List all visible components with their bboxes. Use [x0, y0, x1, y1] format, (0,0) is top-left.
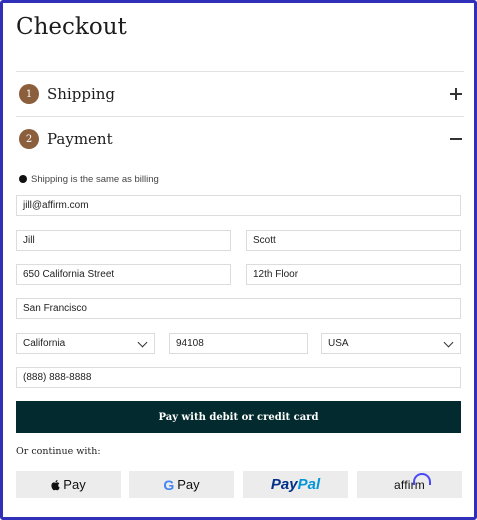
last-name-field[interactable]: Scott [246, 230, 461, 251]
payment-section-header[interactable]: 2 Payment [16, 117, 464, 161]
state-select-value: California [23, 338, 66, 349]
step-badge-payment: 2 [19, 129, 39, 149]
same-as-billing-option[interactable]: Shipping is the same as billing [16, 171, 464, 187]
apple-pay-label: Pay [63, 477, 86, 492]
shipping-section-label: Shipping [47, 85, 115, 103]
radio-selected-icon[interactable] [19, 175, 27, 183]
chevron-down-icon [137, 337, 148, 348]
country-select-value: USA [328, 338, 349, 349]
google-pay-button[interactable]: G Pay [129, 471, 234, 498]
google-pay-label: Pay [177, 477, 200, 492]
zip-field[interactable]: 94108 [169, 333, 308, 354]
paypal-button[interactable]: PayPal [243, 471, 348, 498]
email-field[interactable]: jill@affirm.com [16, 195, 461, 216]
expand-plus-icon[interactable] [449, 87, 463, 101]
phone-field[interactable]: (888) 888-8888 [16, 367, 461, 388]
chevron-down-icon [443, 337, 454, 348]
city-field[interactable]: San Francisco [16, 298, 461, 319]
step-badge-shipping: 1 [19, 84, 39, 104]
paypal-logo: PayPal [271, 476, 320, 493]
collapse-minus-icon[interactable] [449, 132, 463, 146]
affirm-logo: affirm [394, 472, 431, 492]
paypal-logo-pay: Pay [270, 476, 298, 493]
state-select[interactable]: California [16, 333, 155, 354]
address-line1-field[interactable]: 650 California Street [16, 264, 231, 285]
address-line2-field[interactable]: 12th Floor [246, 264, 461, 285]
affirm-button[interactable]: affirm [357, 471, 462, 498]
first-name-field[interactable]: Jill [16, 230, 231, 251]
affirm-arc-icon [412, 472, 431, 485]
pay-with-card-button[interactable]: Pay with debit or credit card [16, 401, 461, 433]
page-title: Checkout [16, 14, 127, 40]
same-as-billing-label: Shipping is the same as billing [31, 173, 159, 185]
apple-logo-icon [51, 479, 60, 490]
apple-pay-button[interactable]: Pay [16, 471, 121, 498]
continue-with-label: Or continue with: [16, 446, 101, 457]
google-g-icon: G [163, 476, 175, 493]
country-select[interactable]: USA [321, 333, 461, 354]
payment-section-label: Payment [47, 130, 113, 148]
shipping-section-header[interactable]: 1 Shipping [16, 72, 464, 116]
paypal-logo-pal: Pal [297, 476, 321, 493]
checkout-content: Checkout 1 Shipping 2 Payment Shipping i… [16, 6, 464, 187]
checkout-window: Checkout 1 Shipping 2 Payment Shipping i… [0, 0, 477, 520]
